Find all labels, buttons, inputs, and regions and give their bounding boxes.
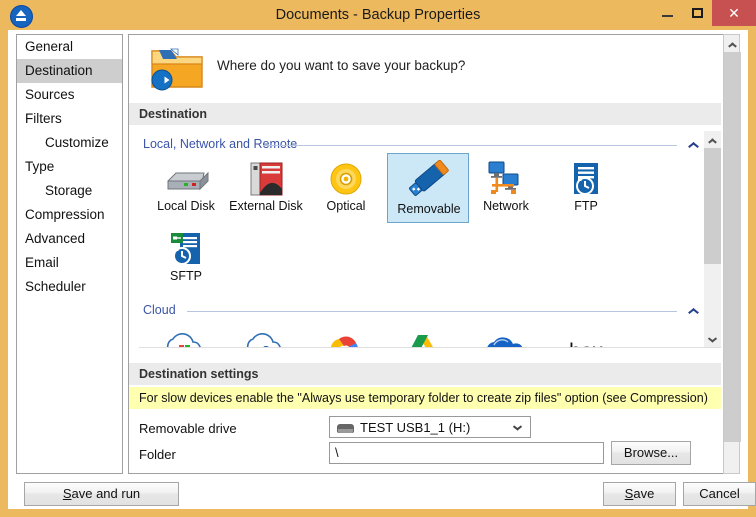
tile-cloud-onedrive[interactable] xyxy=(469,323,543,347)
sidebar-item-general[interactable]: General xyxy=(17,35,122,59)
tile-cloud-box[interactable]: box xyxy=(549,323,623,348)
local-disk-icon xyxy=(167,171,209,191)
svg-text:a: a xyxy=(262,341,271,348)
client-area: General Destination Sources Filters Cust… xyxy=(8,30,756,509)
group-rule xyxy=(263,145,677,146)
save-and-run-button[interactable]: Save and run xyxy=(24,482,179,506)
minimize-button[interactable] xyxy=(652,0,682,26)
slow-device-tip: For slow devices enable the "Always use … xyxy=(129,387,721,409)
box-icon: box xyxy=(569,340,603,348)
microsoft-cloud-icon xyxy=(166,333,201,347)
tile-label: Local Disk xyxy=(157,199,215,213)
save-button[interactable]: Save xyxy=(603,482,676,506)
tile-cloud-microsoft[interactable] xyxy=(149,323,223,347)
removable-drive-label: Removable drive xyxy=(139,421,237,436)
tile-label: Removable xyxy=(397,202,461,216)
onedrive-icon xyxy=(487,337,523,347)
dialog-scrollbar[interactable] xyxy=(723,34,741,474)
close-icon: ✕ xyxy=(728,5,740,21)
panel-hero: Where do you want to save your backup? xyxy=(129,35,721,97)
backup-properties-window: Documents - Backup Properties ✕ General … xyxy=(0,0,756,517)
chevron-down-icon xyxy=(708,337,717,343)
tile-label: Network xyxy=(483,199,529,213)
settings-nav-list[interactable]: General Destination Sources Filters Cust… xyxy=(16,34,123,474)
group-rule xyxy=(187,311,677,312)
removable-drive-value: TEST USB1_1 (H:) xyxy=(360,420,471,435)
scrollbar-thumb[interactable] xyxy=(704,148,721,264)
tile-label: SFTP xyxy=(170,269,202,283)
scroll-up-button[interactable] xyxy=(724,35,741,52)
tile-ftp[interactable]: FTP xyxy=(549,157,623,219)
window-title: Documents - Backup Properties xyxy=(275,7,481,23)
group-header-local-network-remote[interactable]: Local, Network and Remote xyxy=(143,137,701,153)
removable-drive-icon xyxy=(337,424,354,433)
browse-button[interactable]: Browse... xyxy=(611,441,691,465)
tile-network[interactable]: Network xyxy=(469,157,543,219)
usb-flash-icon xyxy=(409,160,449,196)
tile-label: External Disk xyxy=(229,199,303,213)
tile-sftp[interactable]: SFTP xyxy=(149,227,223,289)
chevron-up-icon[interactable] xyxy=(688,307,699,314)
folder-input[interactable]: \ xyxy=(329,442,604,464)
tile-label: FTP xyxy=(574,199,598,213)
destination-section-header: Destination xyxy=(129,103,721,125)
sidebar-item-destination[interactable]: Destination xyxy=(17,59,122,83)
scroll-up-button[interactable] xyxy=(704,131,721,148)
scrollbar-thumb[interactable] xyxy=(724,52,741,442)
ftp-icon xyxy=(574,163,598,195)
tile-local-disk[interactable]: Local Disk xyxy=(149,157,223,219)
tile-cloud-google[interactable] xyxy=(309,323,383,347)
sidebar-item-email[interactable]: Email xyxy=(17,251,122,275)
sidebar-item-filters[interactable]: Filters xyxy=(17,107,122,131)
save-and-run-label: ave and run xyxy=(71,486,141,501)
dialog-footer: Save and run Save Cancel xyxy=(16,479,756,509)
scroll-down-button[interactable] xyxy=(704,330,721,347)
group-header-cloud[interactable]: Cloud xyxy=(143,303,701,319)
sftp-icon xyxy=(171,233,200,265)
icon-list-scrollbar[interactable] xyxy=(704,131,721,347)
tile-optical[interactable]: Optical xyxy=(309,157,383,219)
tile-removable[interactable]: Removable xyxy=(387,153,469,223)
hero-question: Where do you want to save your backup? xyxy=(217,58,466,73)
minimize-icon xyxy=(661,15,673,17)
tile-external-disk[interactable]: External Disk xyxy=(229,157,303,219)
network-icon xyxy=(488,161,519,194)
destination-panel: Where do you want to save your backup? D… xyxy=(128,34,740,474)
chevron-up-icon[interactable] xyxy=(688,141,699,148)
sidebar-item-advanced[interactable]: Advanced xyxy=(17,227,122,251)
tile-cloud-google-drive[interactable] xyxy=(389,323,463,347)
group-label-cloud: Cloud xyxy=(143,303,176,317)
external-disk-icon xyxy=(250,162,283,196)
optical-disc-icon xyxy=(330,163,362,195)
maximize-icon xyxy=(691,8,703,18)
sidebar-item-customize[interactable]: Customize xyxy=(17,131,122,155)
sidebar-item-type[interactable]: Type xyxy=(17,155,122,179)
save-label: ave xyxy=(633,486,655,501)
sidebar-item-sources[interactable]: Sources xyxy=(17,83,122,107)
tile-label: Optical xyxy=(326,199,366,213)
maximize-button[interactable] xyxy=(682,0,712,26)
chevron-down-icon xyxy=(513,425,522,431)
destination-type-list[interactable]: Local, Network and Remote Local Disk Ext… xyxy=(139,131,721,348)
cancel-button[interactable]: Cancel xyxy=(683,482,756,506)
sidebar-item-scheduler[interactable]: Scheduler xyxy=(17,275,122,299)
amazon-cloud-icon: a xyxy=(246,333,281,348)
close-button[interactable]: ✕ xyxy=(712,0,756,26)
svg-text:box: box xyxy=(569,340,603,348)
sidebar-item-compression[interactable]: Compression xyxy=(17,203,122,227)
chevron-up-icon xyxy=(708,138,717,144)
tile-cloud-amazon[interactable]: a xyxy=(229,323,303,348)
sidebar-item-storage[interactable]: Storage xyxy=(17,179,122,203)
chevron-up-icon xyxy=(728,42,737,48)
google-cloud-icon xyxy=(331,336,358,347)
title-bar: Documents - Backup Properties ✕ xyxy=(0,0,756,30)
settings-section-header: Destination settings xyxy=(129,363,721,385)
google-drive-icon xyxy=(411,335,433,347)
folder-label: Folder xyxy=(139,447,176,462)
folder-export-icon xyxy=(151,48,203,91)
removable-drive-select[interactable]: TEST USB1_1 (H:) xyxy=(329,416,531,438)
group-label-local-network-remote: Local, Network and Remote xyxy=(143,137,298,151)
